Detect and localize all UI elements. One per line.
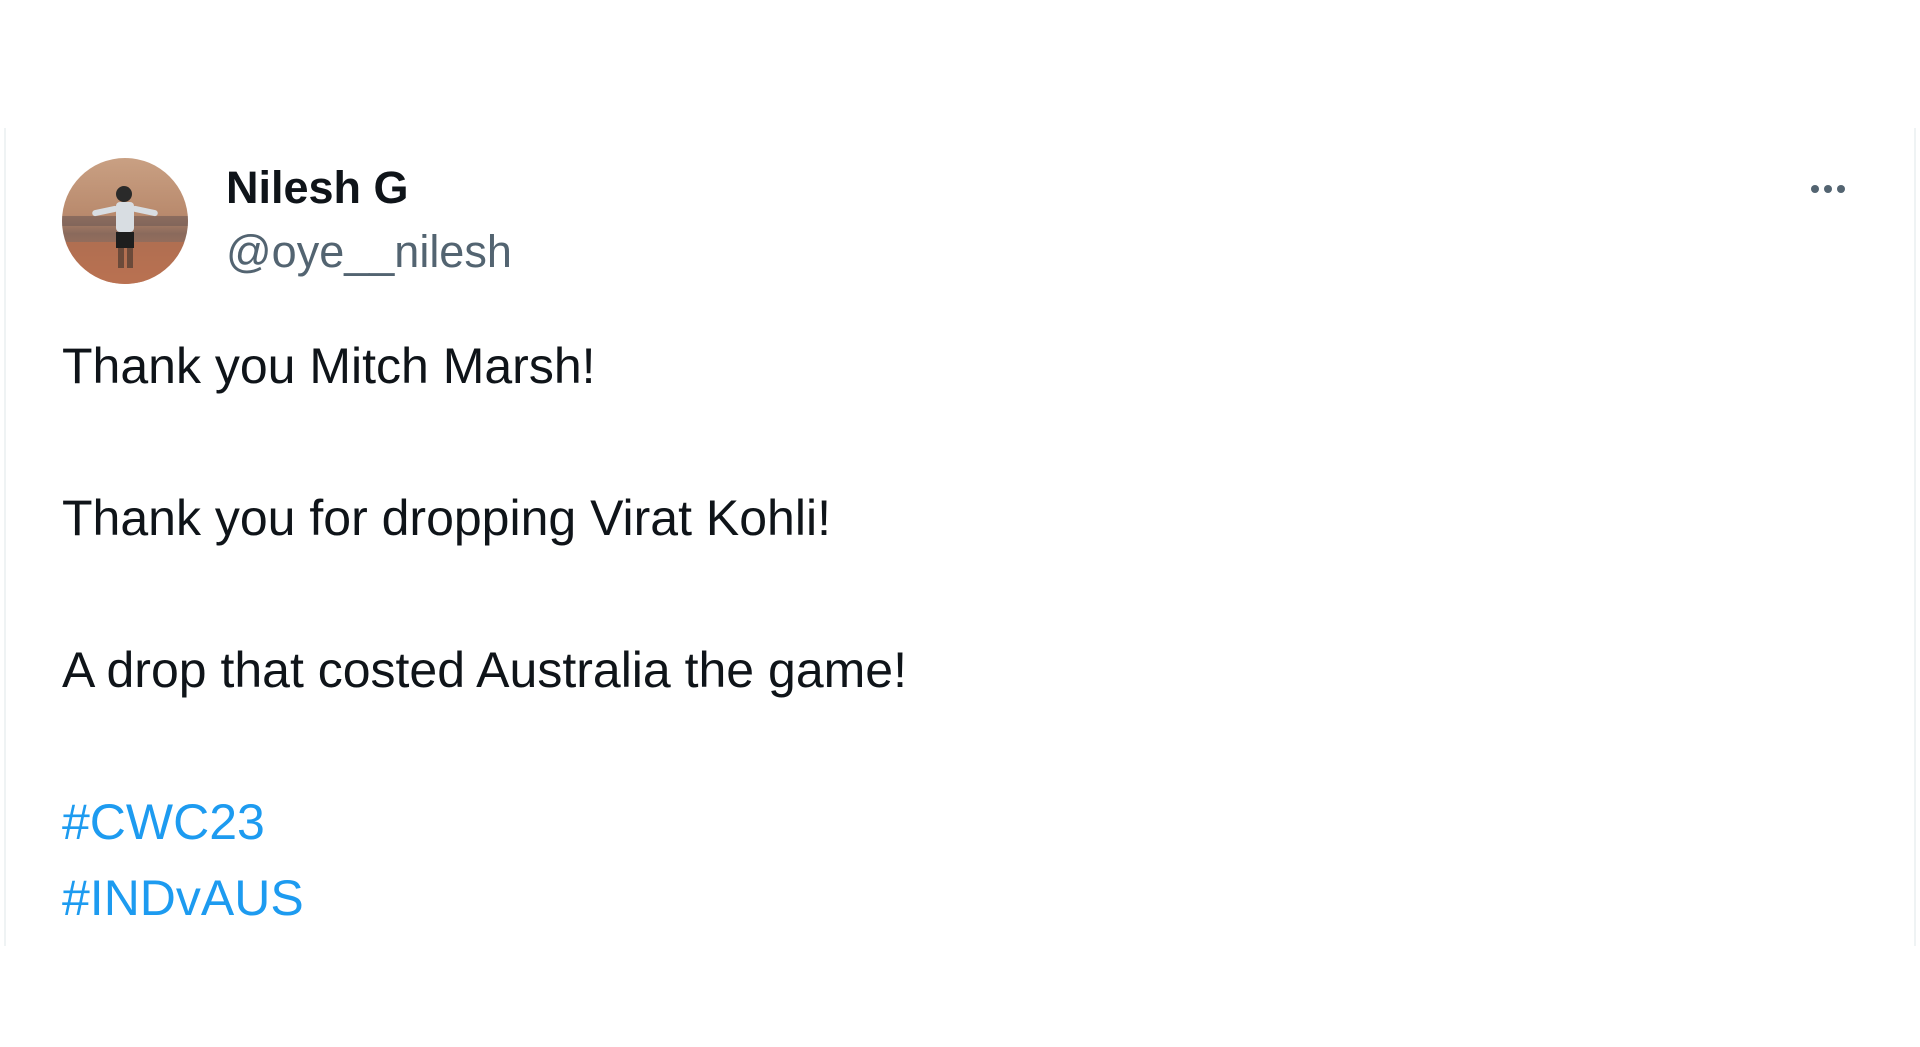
tweet-line: Thank you for dropping Virat Kohli!: [62, 490, 831, 546]
tweet-card: Nilesh G @oye__nilesh Thank you Mitch Ma…: [4, 128, 1916, 946]
dot: [1811, 185, 1819, 193]
avatar-photo: [62, 158, 188, 284]
author-handle[interactable]: @oye__nilesh: [226, 222, 512, 282]
more-options-button[interactable]: [1798, 164, 1858, 214]
tweet-line: Thank you Mitch Marsh!: [62, 338, 596, 394]
author-display-name[interactable]: Nilesh G: [226, 158, 512, 218]
tweet-line: A drop that costed Australia the game!: [62, 642, 907, 698]
dot: [1837, 185, 1845, 193]
page: Nilesh G @oye__nilesh Thank you Mitch Ma…: [0, 0, 1920, 1047]
tweet-text: Thank you Mitch Marsh! Thank you for dro…: [62, 328, 1762, 936]
avatar[interactable]: [62, 158, 188, 284]
hashtag-link[interactable]: #INDvAUS: [62, 860, 1762, 936]
author-block: Nilesh G @oye__nilesh: [226, 158, 512, 282]
hashtag-link[interactable]: #CWC23: [62, 784, 1762, 860]
more-options-icon: [1811, 185, 1845, 193]
dot: [1824, 185, 1832, 193]
